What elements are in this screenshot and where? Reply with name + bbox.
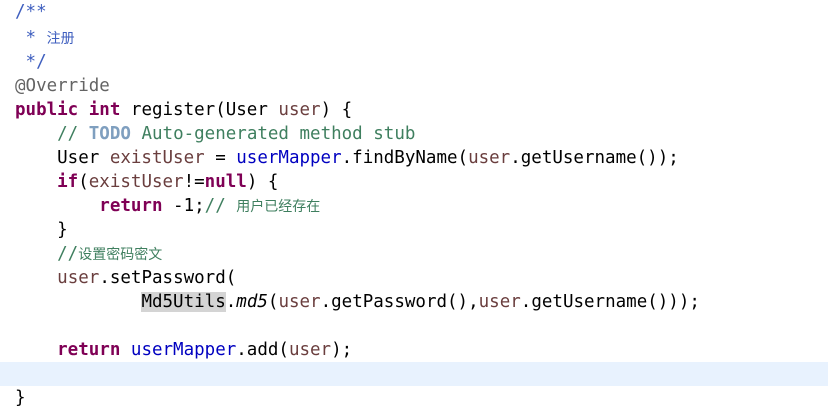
- comment-slashes: //: [204, 196, 237, 216]
- code-line-1[interactable]: /**: [0, 0, 828, 24]
- code-line-8[interactable]: if(existUser!=null) {: [0, 170, 828, 194]
- override-annotation: @Override: [15, 76, 110, 96]
- class-md5utils[interactable]: Md5Utils: [141, 292, 226, 312]
- assign-operator: =: [204, 148, 237, 168]
- code-line-3[interactable]: */: [0, 50, 828, 74]
- comment-text: Auto-generated method stub: [130, 124, 416, 144]
- code-line-2[interactable]: * 注册: [0, 26, 828, 50]
- code-line-6[interactable]: // TODO Auto-generated method stub: [0, 122, 828, 146]
- call-end: .getUsername()));: [520, 292, 700, 312]
- code-line-11[interactable]: //设置密码密文: [0, 242, 828, 266]
- code-line-14[interactable]: [0, 314, 828, 338]
- method-signature: register(User: [120, 100, 279, 120]
- argument-user: user: [468, 148, 511, 168]
- return-value: -1;: [162, 196, 205, 216]
- method-call: .getPassword(),: [320, 292, 479, 312]
- method-call: .findByName(: [341, 148, 469, 168]
- javadoc-open: /**: [15, 2, 47, 22]
- todo-tag: TODO: [88, 124, 131, 144]
- variable-existuser: existUser: [109, 148, 205, 168]
- comment-text: 设置密码密文: [78, 247, 163, 263]
- javadoc-text: 注册: [46, 31, 75, 47]
- keyword-return: return: [15, 196, 163, 216]
- type-user: User: [15, 148, 110, 168]
- field-usermapper: userMapper: [130, 340, 237, 360]
- open-paren: (: [78, 172, 89, 192]
- dot: .: [225, 292, 237, 312]
- call-end: .getUsername());: [510, 148, 679, 168]
- code-line-10[interactable]: }: [0, 218, 828, 242]
- javadoc-star: *: [15, 28, 47, 48]
- comment-text: 用户已经存在: [236, 199, 321, 215]
- argument-user: user: [278, 292, 321, 312]
- method-call: .add(: [236, 340, 289, 360]
- code-line-13[interactable]: Md5Utils.md5(user.getPassword(),user.get…: [0, 290, 828, 314]
- argument-user: user: [478, 292, 521, 312]
- current-line-highlight[interactable]: [0, 362, 828, 386]
- variable-existuser: existUser: [88, 172, 184, 192]
- parameter-user: user: [278, 100, 321, 120]
- keyword-int: int: [88, 100, 121, 120]
- closing-brace: }: [15, 220, 68, 240]
- code-line-17[interactable]: }: [0, 386, 828, 410]
- keyword-return: return: [15, 340, 121, 360]
- condition-end: ) {: [246, 172, 279, 192]
- code-line-5[interactable]: public int register(User user) {: [0, 98, 828, 122]
- code-editor[interactable]: /** * 注册 */ @Override public int registe…: [0, 0, 828, 415]
- code-line-7[interactable]: User existUser = userMapper.findByName(u…: [0, 146, 828, 170]
- closing-brace: }: [15, 388, 26, 408]
- keyword-null: null: [204, 172, 247, 192]
- code-line-4[interactable]: @Override: [0, 74, 828, 98]
- code-line-9[interactable]: return -1;// 用户已经存在: [0, 194, 828, 218]
- variable-user: user: [57, 268, 100, 288]
- call-end: );: [331, 340, 353, 360]
- open-paren: (: [267, 292, 279, 312]
- keyword-if: if: [15, 172, 79, 192]
- method-call: .setPassword(: [99, 268, 237, 288]
- field-usermapper: userMapper: [236, 148, 342, 168]
- code-line-12[interactable]: user.setPassword(: [0, 266, 828, 290]
- javadoc-close: */: [15, 52, 47, 72]
- keyword-public: public: [15, 100, 79, 120]
- argument-user: user: [288, 340, 332, 360]
- not-equal-operator: !=: [183, 172, 205, 192]
- static-method-md5: md5: [236, 292, 268, 312]
- signature-end: ) {: [320, 100, 353, 120]
- comment-slashes: //: [15, 244, 79, 264]
- code-line-15[interactable]: return userMapper.add(user);: [0, 338, 828, 362]
- comment-slashes: //: [15, 124, 89, 144]
